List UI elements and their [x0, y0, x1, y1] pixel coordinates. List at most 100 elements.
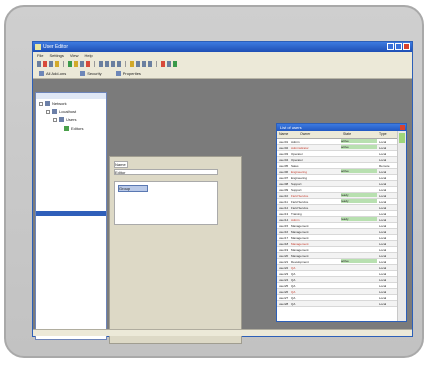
table-cell: user28 [279, 302, 289, 306]
grid-title-bar[interactable]: List of users [277, 124, 406, 131]
grid-title: List of users [280, 125, 302, 130]
app-window: User Editor File Settings View Help All … [32, 41, 413, 344]
table-cell: Local [379, 254, 387, 258]
toolbar-separator [125, 61, 126, 67]
name-field-value: Editor [115, 170, 126, 175]
table-cell: Management [291, 248, 309, 252]
menu-view[interactable]: View [70, 53, 79, 58]
name-field[interactable]: Editor [114, 169, 218, 175]
scroll-thumb[interactable] [399, 133, 405, 143]
column-header[interactable]: Owner [300, 132, 310, 136]
menu-help[interactable]: Help [85, 53, 93, 58]
refresh-icon[interactable] [117, 61, 121, 67]
table-cell: ready [341, 199, 377, 203]
table-cell: user10 [279, 194, 289, 198]
table-cell: Local [379, 200, 387, 204]
column-header[interactable]: Name [279, 132, 288, 136]
table-cell: Local [379, 302, 387, 306]
forward-icon[interactable] [105, 61, 109, 67]
table-cell: Local [379, 230, 387, 234]
user-icon[interactable] [74, 61, 78, 67]
stop-icon[interactable] [161, 61, 165, 67]
minimize-button[interactable] [387, 43, 394, 50]
table-cell: user24 [279, 278, 289, 282]
tree-item-editors[interactable]: Editors [64, 126, 83, 131]
table-cell: Local [379, 278, 387, 282]
menu-settings[interactable]: Settings [49, 53, 63, 58]
maximize-button[interactable] [395, 43, 402, 50]
detail-panel: Name Editor Group [109, 156, 242, 344]
tab-properties[interactable]: Properties [115, 71, 141, 76]
table-cell: Sales [291, 164, 299, 168]
expand-icon[interactable] [46, 109, 50, 114]
key-icon[interactable] [130, 61, 134, 67]
table-cell: Local [379, 188, 387, 192]
table-cell: Local [379, 212, 387, 216]
close-button[interactable] [403, 43, 410, 50]
window-title: User Editor [43, 44, 69, 50]
group-icon[interactable] [80, 61, 84, 67]
users-grid-window: List of users Name Owner State Type user… [276, 123, 407, 322]
close-icon[interactable] [400, 125, 405, 130]
save-icon[interactable] [49, 61, 53, 67]
lock-icon[interactable] [136, 61, 140, 67]
table-row[interactable]: user28 QA Local [277, 301, 398, 307]
properties-pane [36, 216, 106, 268]
table-cell: user01 [279, 140, 289, 144]
new-icon[interactable] [37, 61, 41, 67]
table-cell: user21 [279, 260, 289, 264]
tree-item-label: Network [52, 101, 67, 106]
table-cell: user23 [279, 272, 289, 276]
back-icon[interactable] [99, 61, 103, 67]
expand-icon[interactable] [39, 101, 43, 106]
grid-scrollbar[interactable] [397, 131, 406, 321]
run-icon[interactable] [173, 61, 177, 67]
table-cell: user26 [279, 290, 289, 294]
table-cell: Local [379, 242, 387, 246]
table-cell: user19 [279, 248, 289, 252]
table-cell: user14 [279, 218, 289, 222]
edit-icon[interactable] [55, 61, 59, 67]
folder-icon [59, 117, 64, 122]
table-cell: user04 [279, 158, 289, 162]
table-cell: active [341, 259, 377, 263]
table-cell: Local [379, 152, 387, 156]
add-icon[interactable] [68, 61, 72, 67]
column-header[interactable]: Type [379, 132, 387, 136]
table-cell: Support [291, 182, 302, 186]
table-cell: user06 [279, 170, 289, 174]
settings-icon[interactable] [167, 61, 171, 67]
collapse-icon[interactable] [53, 117, 57, 122]
table-cell: Operator [291, 158, 303, 162]
title-bar[interactable]: User Editor [33, 42, 412, 52]
table-cell: user27 [279, 296, 289, 300]
open-icon[interactable] [43, 61, 47, 67]
table-cell: user22 [279, 266, 289, 270]
table-cell: Support [291, 188, 302, 192]
table-cell: Local [379, 260, 387, 264]
up-icon[interactable] [111, 61, 115, 67]
tree-item-label: Localhost [59, 109, 77, 114]
table-cell: user17 [279, 236, 289, 240]
properties-icon [115, 71, 121, 76]
sort-icon[interactable] [148, 61, 152, 67]
menu-bar: File Settings View Help [33, 52, 412, 59]
tab-all-add-ons[interactable]: All Add-ons [39, 71, 66, 76]
table-cell: Management [291, 236, 309, 240]
table-cell: Engineering [291, 170, 308, 174]
app-icon [35, 44, 41, 50]
column-header[interactable]: State [343, 132, 351, 136]
name-label-text: Name [115, 162, 126, 167]
tree-item-localhost[interactable]: Localhost [46, 109, 76, 114]
tree-item-network[interactable]: Network [39, 101, 67, 106]
tab-security[interactable]: Security [80, 71, 102, 76]
group-box-header[interactable]: Group [118, 185, 148, 192]
table-cell: Local [379, 194, 387, 198]
delete-icon[interactable] [86, 61, 90, 67]
menu-file[interactable]: File [37, 53, 43, 58]
table-cell: Development [291, 260, 309, 264]
filter-icon[interactable] [142, 61, 146, 67]
tab-properties-label: Properties [122, 71, 141, 76]
tree-item-users[interactable]: Users [53, 117, 76, 122]
tree-item-label: Users [66, 117, 77, 122]
